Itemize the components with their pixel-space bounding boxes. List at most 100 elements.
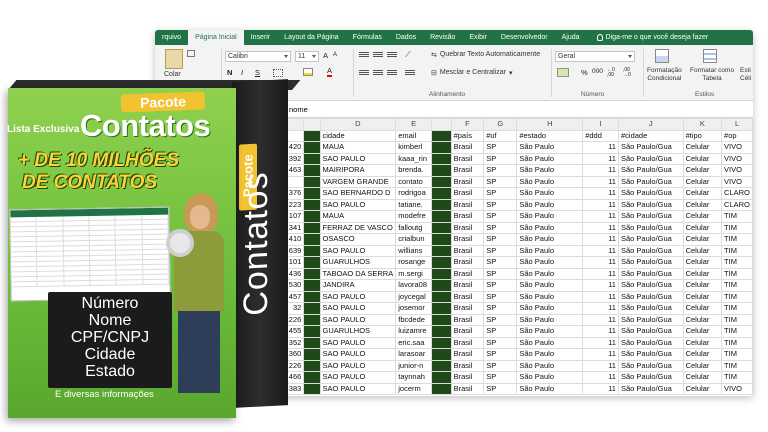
cell[interactable]: São Paulo/Gua — [617, 313, 684, 326]
cell[interactable]: JANDIRA — [319, 279, 397, 292]
cell[interactable]: 11 — [582, 313, 619, 326]
redacted-cell[interactable] — [303, 244, 321, 257]
cell[interactable]: São Paulo/Gua — [617, 152, 684, 165]
cell[interactable]: SP — [483, 371, 518, 384]
redacted-cell[interactable] — [430, 290, 452, 303]
cell[interactable]: TIM — [721, 210, 753, 223]
redacted-cell[interactable] — [303, 336, 321, 349]
cell[interactable]: VIVO — [721, 141, 753, 154]
bold-button[interactable]: N — [227, 68, 232, 77]
currency-icon[interactable] — [557, 68, 569, 77]
cell[interactable]: São Paulo — [516, 187, 584, 200]
cell[interactable]: 11 — [582, 302, 619, 315]
cell[interactable]: Celular — [682, 382, 723, 395]
cell[interactable]: SAO PAULO — [319, 152, 397, 165]
column-header[interactable]: F — [450, 118, 485, 131]
cell[interactable]: email — [395, 129, 432, 142]
cell[interactable]: SAO PAULO — [319, 302, 397, 315]
cell[interactable]: Celular — [682, 336, 723, 349]
cell[interactable]: Celular — [682, 198, 723, 211]
cell[interactable]: São Paulo — [516, 371, 584, 384]
cell[interactable]: SP — [483, 244, 518, 257]
cell[interactable]: TIM — [721, 359, 753, 372]
cell[interactable]: #cidade — [617, 129, 684, 142]
cell[interactable]: Celular — [682, 244, 723, 257]
cell[interactable]: Celular — [682, 359, 723, 372]
redacted-cell[interactable] — [303, 313, 321, 326]
cell[interactable]: São Paulo/Gua — [617, 221, 684, 234]
cell[interactable]: TABOAO DA SERRA — [319, 267, 397, 280]
cell[interactable]: São Paulo/Gua — [617, 359, 684, 372]
cell[interactable]: SP — [483, 141, 518, 154]
cell[interactable]: SP — [483, 198, 518, 211]
cell[interactable]: SAO PAULO — [319, 336, 397, 349]
cell[interactable]: 11 — [582, 336, 619, 349]
cell[interactable]: 11 — [582, 244, 619, 257]
cell[interactable]: Celular — [682, 210, 723, 223]
redacted-cell[interactable] — [430, 267, 452, 280]
tab-formulas[interactable]: Fórmulas — [346, 30, 389, 45]
cell[interactable]: SP — [483, 348, 518, 361]
cell[interactable]: crialbun — [395, 233, 432, 246]
cell[interactable]: SAO PAULO — [319, 313, 397, 326]
redacted-cell[interactable] — [303, 198, 321, 211]
cell[interactable]: SP — [483, 221, 518, 234]
cell[interactable]: TIM — [721, 267, 753, 280]
cell[interactable]: Celular — [682, 141, 723, 154]
cell[interactable]: São Paulo — [516, 141, 584, 154]
paste-icon[interactable] — [165, 49, 183, 69]
cell[interactable]: tatiane. — [395, 198, 432, 211]
align-bottom-icon[interactable] — [387, 51, 397, 58]
cell[interactable]: São Paulo/Gua — [617, 382, 684, 395]
cell[interactable]: TIM — [721, 290, 753, 303]
cell[interactable]: SP — [483, 302, 518, 315]
cell[interactable]: rosange — [395, 256, 432, 269]
cell[interactable]: TIM — [721, 371, 753, 384]
cell[interactable]: 11 — [582, 175, 619, 188]
cell[interactable]: Brasil — [450, 267, 485, 280]
paste-label[interactable]: Colar — [164, 71, 181, 78]
cell[interactable]: Celular — [682, 348, 723, 361]
cell[interactable]: Celular — [682, 164, 723, 177]
column-header[interactable]: E — [395, 118, 432, 131]
redacted-cell[interactable] — [430, 382, 452, 395]
cell[interactable]: #tipo — [682, 129, 723, 142]
cell[interactable]: São Paulo — [516, 302, 584, 315]
redacted-cell[interactable] — [430, 175, 452, 188]
redacted-cell[interactable] — [430, 152, 452, 165]
thousands-button[interactable]: 000 — [592, 68, 603, 75]
cell[interactable]: GUARULHOS — [319, 256, 397, 269]
align-right-icon[interactable] — [387, 69, 397, 76]
cell[interactable]: Celular — [682, 279, 723, 292]
align-middle-icon[interactable] — [373, 51, 383, 58]
cell[interactable]: TIM — [721, 233, 753, 246]
cell[interactable]: 11 — [582, 152, 619, 165]
redacted-cell[interactable] — [430, 198, 452, 211]
cell[interactable]: Celular — [682, 175, 723, 188]
redacted-cell[interactable] — [430, 336, 452, 349]
cell[interactable]: SP — [483, 175, 518, 188]
cell[interactable]: kimberl — [395, 141, 432, 154]
cell[interactable]: TIM — [721, 256, 753, 269]
cell[interactable]: Brasil — [450, 141, 485, 154]
underline-button[interactable]: S — [255, 68, 260, 77]
cell[interactable]: Brasil — [450, 336, 485, 349]
borders-icon[interactable] — [273, 69, 283, 77]
redacted-cell[interactable] — [303, 279, 321, 292]
cell[interactable]: TIM — [721, 336, 753, 349]
cell[interactable]: São Paulo/Gua — [617, 290, 684, 303]
cell[interactable]: 11 — [582, 359, 619, 372]
cell[interactable]: SAO PAULO — [319, 348, 397, 361]
increase-decimal-button[interactable]: ←0 ,00 — [607, 68, 621, 78]
redacted-cell[interactable] — [430, 302, 452, 315]
tell-me-search[interactable]: Diga-me o que você deseja fazer — [587, 34, 708, 41]
tab-pagina-inicial[interactable]: Página Inicial — [188, 30, 244, 45]
cell[interactable]: 11 — [582, 290, 619, 303]
cell[interactable]: SAO PAULO — [319, 244, 397, 257]
redacted-cell[interactable] — [430, 244, 452, 257]
cell[interactable]: SAO PAULO — [319, 290, 397, 303]
redacted-cell[interactable] — [303, 325, 321, 338]
shrink-font-button[interactable]: A — [333, 52, 337, 58]
cell[interactable]: São Paulo — [516, 267, 584, 280]
redacted-cell[interactable] — [430, 210, 452, 223]
